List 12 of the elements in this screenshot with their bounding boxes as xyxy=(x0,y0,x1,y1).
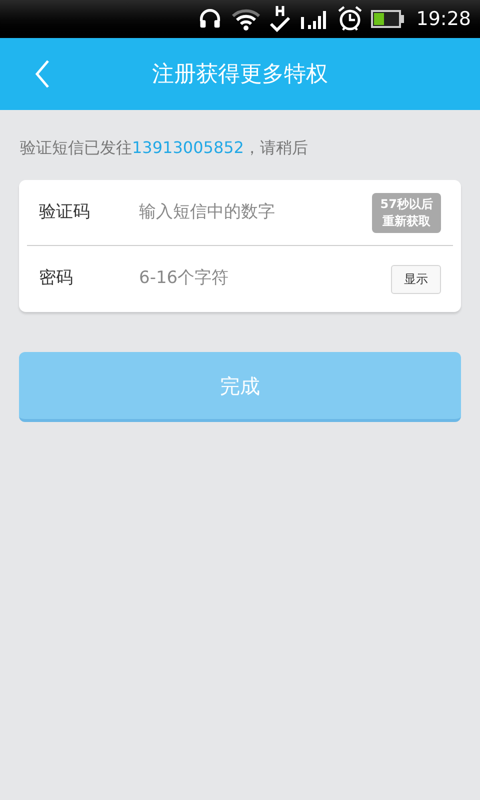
alarm-clock-icon xyxy=(337,5,364,33)
battery-icon xyxy=(371,10,404,28)
field-label: 验证码 xyxy=(39,200,91,224)
field-label: 密码 xyxy=(39,267,74,290)
page-title: 注册获得更多特权 xyxy=(152,60,328,88)
show-password-button[interactable]: 显示 xyxy=(391,264,441,294)
input-field[interactable]: 输入短信中的数字 xyxy=(139,200,372,226)
sms-sent-notice: 验证短信已发往13913005852，请稍后 xyxy=(20,137,308,159)
data-check-icon xyxy=(269,4,292,34)
input-field[interactable]: 6-16个字符 xyxy=(139,266,391,292)
back-icon xyxy=(34,59,50,89)
clock-time: 19:28 xyxy=(416,6,471,32)
